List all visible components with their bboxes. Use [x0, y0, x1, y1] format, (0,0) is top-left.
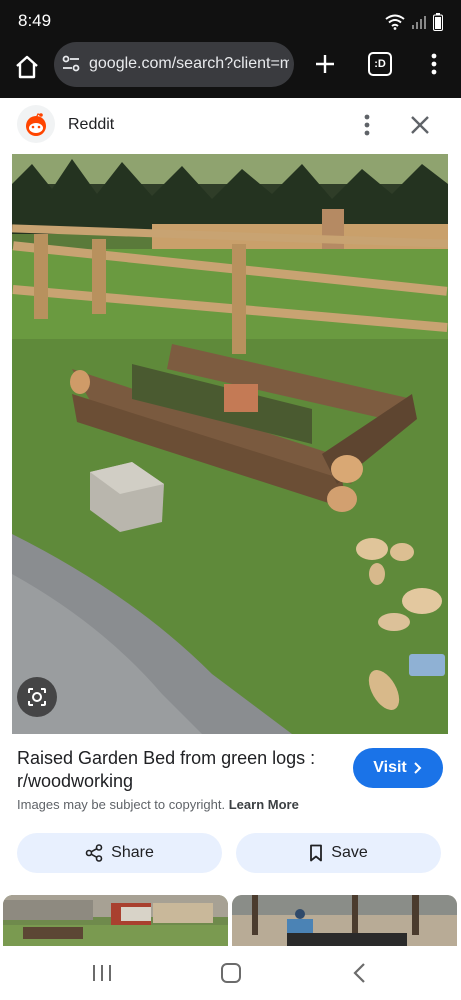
battery-icon	[433, 13, 443, 31]
source-name[interactable]: Reddit	[68, 116, 114, 134]
share-button[interactable]: Share	[17, 833, 222, 873]
more-vert-icon[interactable]	[358, 112, 376, 138]
result-title[interactable]: Raised Garden Bed from green logs : r/wo…	[17, 747, 337, 793]
system-nav-bar	[0, 946, 461, 1000]
home-icon[interactable]	[14, 54, 40, 80]
signal-icon	[412, 16, 426, 29]
tune-icon[interactable]	[62, 55, 80, 73]
chevron-right-icon	[414, 762, 422, 774]
status-icons	[385, 13, 443, 31]
recent-apps-icon[interactable]	[91, 963, 113, 983]
status-time: 8:49	[18, 11, 52, 30]
copyright-notice: Images may be subject to copyright. Lear…	[17, 797, 299, 812]
source-header: Reddit	[0, 98, 461, 154]
lens-icon	[28, 688, 46, 706]
visit-label: Visit	[373, 759, 407, 776]
lens-button[interactable]	[17, 677, 57, 717]
save-label: Save	[331, 844, 368, 861]
bookmark-icon	[310, 844, 323, 862]
share-label: Share	[111, 844, 154, 861]
result-image[interactable]	[12, 154, 448, 734]
learn-more-link[interactable]: Learn More	[229, 797, 299, 812]
back-icon[interactable]	[352, 962, 366, 984]
nav-home-icon[interactable]	[221, 963, 241, 983]
save-button[interactable]: Save	[236, 833, 441, 873]
reddit-logo-mark	[26, 113, 46, 136]
tab-switcher-icon[interactable]: :D	[368, 52, 392, 76]
url-text[interactable]: google.com/search?client=ms	[89, 55, 289, 73]
share-icon	[85, 844, 103, 862]
status-bar: 8:49	[0, 0, 461, 42]
visit-button[interactable]: Visit	[353, 748, 443, 788]
copyright-text: Images may be subject to copyright.	[17, 797, 226, 812]
browser-toolbar: google.com/search?client=ms :D	[0, 42, 461, 98]
related-photo-1	[3, 895, 228, 947]
wifi-icon	[385, 14, 405, 30]
related-photo-2	[232, 895, 457, 947]
more-vert-icon[interactable]	[424, 51, 444, 77]
close-icon[interactable]	[409, 114, 431, 136]
related-image-2[interactable]	[232, 895, 457, 947]
plus-icon[interactable]	[312, 51, 338, 77]
address-bar[interactable]: google.com/search?client=ms	[54, 42, 294, 87]
reddit-logo[interactable]	[17, 105, 55, 143]
related-image-1[interactable]	[3, 895, 228, 947]
garden-bed-photo	[12, 154, 448, 734]
